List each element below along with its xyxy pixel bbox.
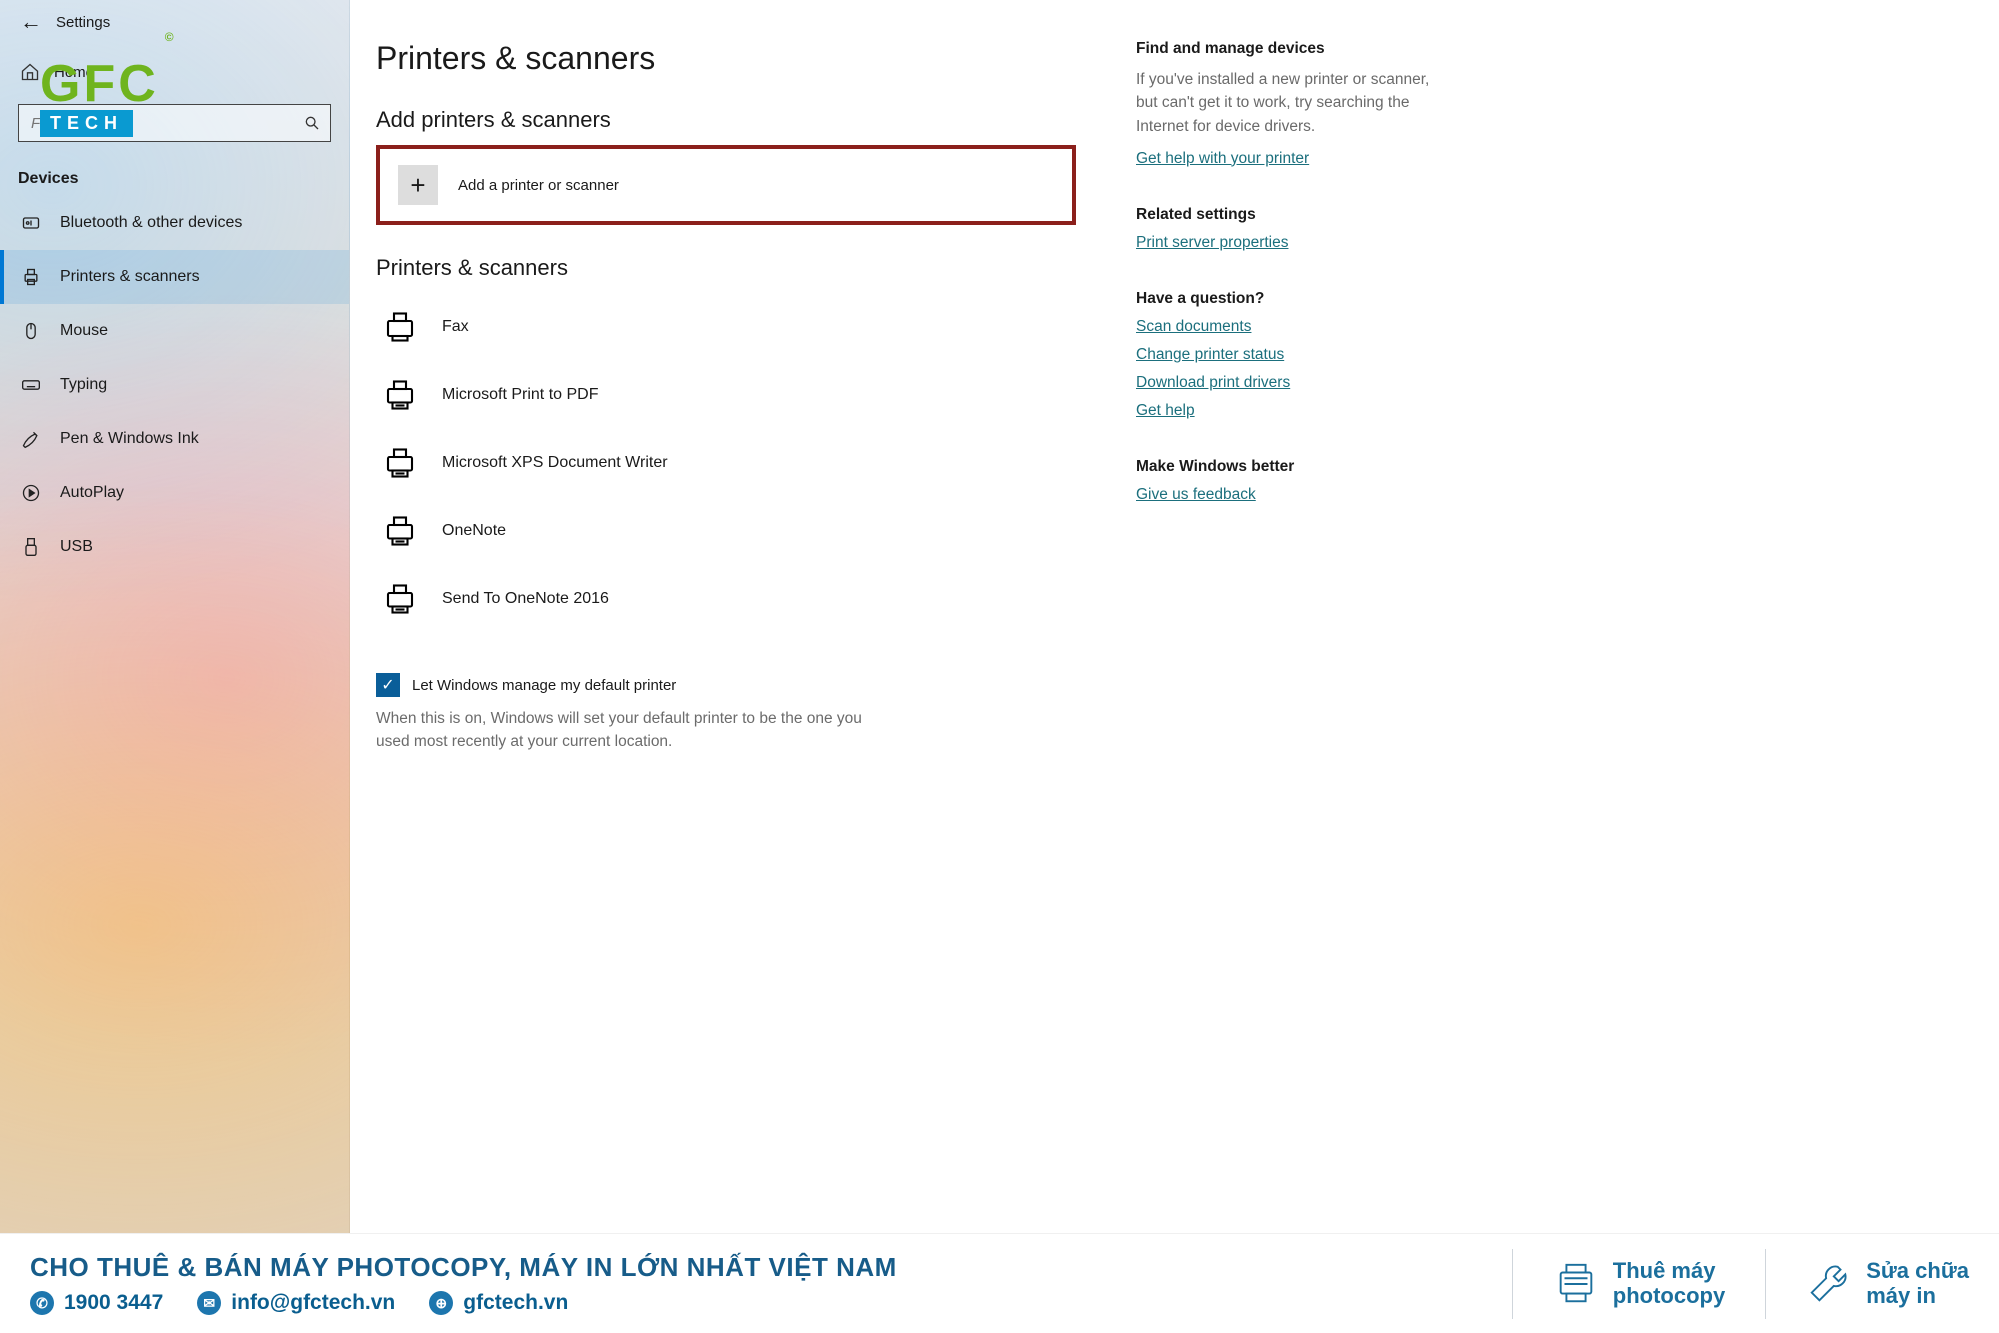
help-sidebar: Find and manage devices If you've instal…: [1136, 30, 1446, 1203]
print-server-link[interactable]: Print server properties: [1136, 234, 1446, 252]
printer-label: OneNote: [442, 522, 506, 540]
main-content: Printers & scanners Add printers & scann…: [350, 0, 1999, 1233]
help-link[interactable]: Change printer status: [1136, 346, 1446, 364]
printer-item[interactable]: Send To OneNote 2016: [376, 565, 1076, 633]
sidebar-item-typing[interactable]: Typing: [0, 358, 349, 412]
search-setting[interactable]: [18, 104, 331, 142]
usb-icon: [20, 536, 42, 558]
printer-icon: [380, 579, 420, 619]
printer-item[interactable]: Fax: [376, 293, 1076, 361]
printer-label: Send To OneNote 2016: [442, 590, 609, 608]
printer-item[interactable]: Microsoft XPS Document Writer: [376, 429, 1076, 497]
sidebar-item-label: Mouse: [60, 322, 108, 340]
ad-site[interactable]: ⊕ gfctech.vn: [429, 1291, 568, 1315]
default-printer-checkbox[interactable]: ✓ Let Windows manage my default printer: [376, 673, 1076, 697]
page-title: Printers & scanners: [376, 40, 1076, 77]
home-icon: [20, 62, 40, 82]
printer-label: Microsoft XPS Document Writer: [442, 454, 668, 472]
default-printer-help: When this is on, Windows will set your d…: [376, 707, 896, 754]
sidebar: ← Settings Home GFC© TECH: [0, 0, 350, 1233]
sidebar-item-label: AutoPlay: [60, 484, 124, 502]
printers-icon: [20, 266, 42, 288]
related-settings-title: Related settings: [1136, 206, 1446, 224]
sidebar-item-pen[interactable]: Pen & Windows Ink: [0, 412, 349, 466]
ad-service-copy[interactable]: Thuê máyphotocopy: [1553, 1259, 1725, 1307]
footer-separator: [1512, 1249, 1513, 1319]
titlebar: ← Settings: [0, 0, 349, 40]
printers-list-header: Printers & scanners: [376, 255, 1076, 281]
printer-icon: [380, 443, 420, 483]
ad-phone[interactable]: ✆ 1900 3447: [30, 1291, 163, 1315]
nav-home-label: Home: [54, 64, 94, 81]
find-devices-title: Find and manage devices: [1136, 40, 1446, 58]
sidebar-item-label: USB: [60, 538, 93, 556]
checkbox-icon: ✓: [376, 673, 400, 697]
printer-icon: [380, 307, 420, 347]
autoplay-icon: [20, 482, 42, 504]
ad-email[interactable]: ✉ info@gfctech.vn: [197, 1291, 395, 1315]
printer-icon: [380, 511, 420, 551]
sidebar-item-printers[interactable]: Printers & scanners: [0, 250, 349, 304]
nav-home[interactable]: Home GFC© TECH: [0, 40, 349, 100]
sidebar-item-label: Printers & scanners: [60, 268, 200, 286]
sidebar-item-label: Pen & Windows Ink: [60, 430, 199, 448]
sidebar-item-label: Typing: [60, 376, 107, 394]
typing-icon: [20, 374, 42, 396]
wrench-icon: [1806, 1261, 1852, 1307]
printer-item[interactable]: Microsoft Print to PDF: [376, 361, 1076, 429]
search-input[interactable]: [29, 114, 304, 133]
plus-icon: +: [398, 165, 438, 205]
printer-label: Microsoft Print to PDF: [442, 386, 598, 404]
sidebar-item-usb[interactable]: USB: [0, 520, 349, 574]
sidebar-item-autoplay[interactable]: AutoPlay: [0, 466, 349, 520]
footer-ad: CHO THUÊ & BÁN MÁY PHOTOCOPY, MÁY IN LỚN…: [0, 1233, 1999, 1333]
pen-icon: [20, 428, 42, 450]
sidebar-item-label: Bluetooth & other devices: [60, 214, 242, 232]
printer-item[interactable]: OneNote: [376, 497, 1076, 565]
printer-icon: [380, 375, 420, 415]
phone-icon: ✆: [30, 1291, 54, 1315]
make-better-title: Make Windows better: [1136, 458, 1446, 476]
ad-service-repair[interactable]: Sửa chữamáy in: [1806, 1259, 1969, 1307]
globe-icon: ⊕: [429, 1291, 453, 1315]
search-icon: [304, 115, 320, 131]
help-link[interactable]: Get help: [1136, 402, 1446, 420]
ad-headline: CHO THUÊ & BÁN MÁY PHOTOCOPY, MÁY IN LỚN…: [30, 1252, 1472, 1283]
mouse-icon: [20, 320, 42, 342]
copier-icon: [1553, 1261, 1599, 1307]
find-devices-text: If you've installed a new printer or sca…: [1136, 68, 1446, 138]
footer-separator: [1765, 1249, 1766, 1319]
have-question-title: Have a question?: [1136, 290, 1446, 308]
default-printer-label: Let Windows manage my default printer: [412, 677, 676, 694]
get-help-printer-link[interactable]: Get help with your printer: [1136, 150, 1446, 168]
mail-icon: ✉: [197, 1291, 221, 1315]
add-printer-label: Add a printer or scanner: [458, 177, 619, 194]
help-link[interactable]: Scan documents: [1136, 318, 1446, 336]
sidebar-item-bluetooth[interactable]: Bluetooth & other devices: [0, 196, 349, 250]
back-button[interactable]: ←: [20, 11, 42, 33]
sidebar-item-mouse[interactable]: Mouse: [0, 304, 349, 358]
help-link[interactable]: Download print drivers: [1136, 374, 1446, 392]
add-printer-button[interactable]: + Add a printer or scanner: [376, 145, 1076, 225]
add-section-header: Add printers & scanners: [376, 107, 1076, 133]
window-title: Settings: [56, 14, 110, 31]
printer-label: Fax: [442, 318, 469, 336]
feedback-link[interactable]: Give us feedback: [1136, 486, 1446, 504]
bluetooth-icon: [20, 212, 42, 234]
sidebar-section-header: Devices: [0, 154, 349, 196]
